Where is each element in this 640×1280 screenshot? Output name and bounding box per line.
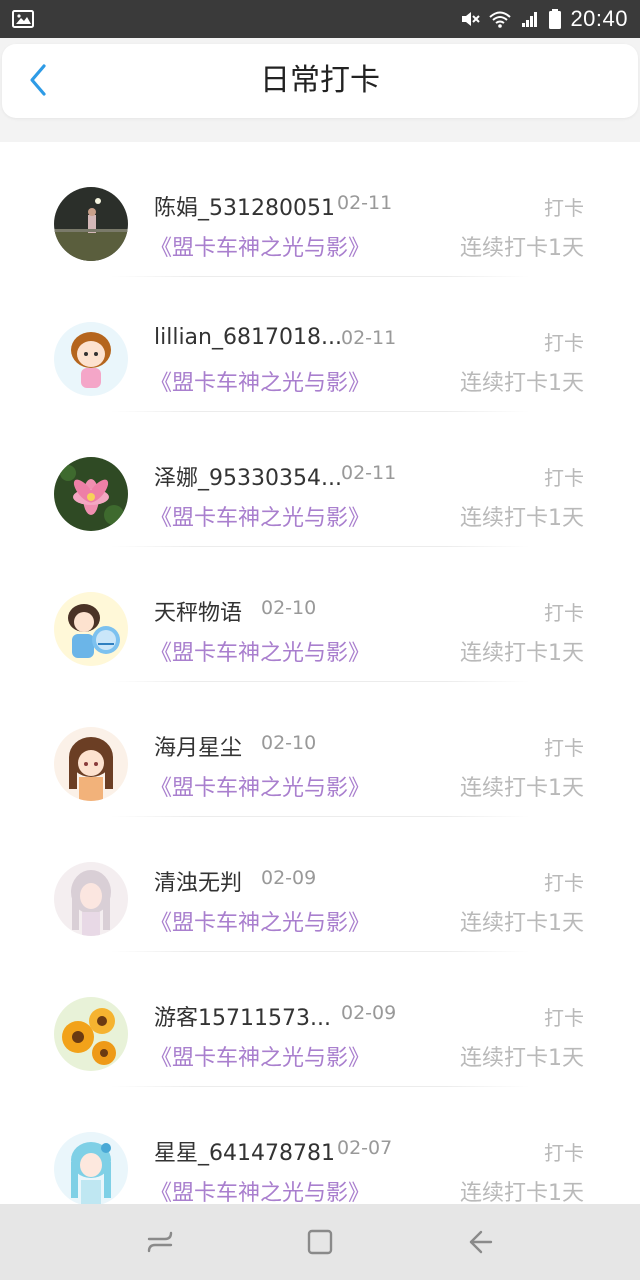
checkin-action-label: 打卡 [544, 736, 584, 760]
user-name: 游客15711573... [154, 1006, 331, 1031]
streak-label: 连续打卡1天 [460, 911, 584, 936]
checkin-row[interactable]: 游客15711573... 02-09 打卡 《盟卡车神之光与影》 连续打卡1天 [0, 952, 640, 1087]
checkin-row[interactable]: 泽娜_95330354... 02-11 打卡 《盟卡车神之光与影》 连续打卡1… [0, 412, 640, 547]
avatar-sunflowers [54, 997, 128, 1071]
mute-icon [462, 12, 481, 26]
book-title[interactable]: 《盟卡车神之光与影》 [150, 770, 370, 802]
checkin-action-label: 打卡 [544, 331, 584, 355]
page-title: 日常打卡 [260, 63, 380, 98]
avatar-photo-night-field [54, 187, 128, 261]
avatar[interactable] [54, 322, 128, 396]
user-name: 天秤物语 [154, 601, 243, 626]
back-icon [469, 1230, 493, 1254]
book-title[interactable]: 《盟卡车神之光与影》 [150, 1175, 370, 1204]
book-title[interactable]: 《盟卡车神之光与影》 [150, 905, 370, 937]
checkin-row[interactable]: 陈娟_531280051 02-11 打卡 《盟卡车神之光与影》 连续打卡1天 [0, 142, 640, 277]
avatar-lotus-flower [54, 457, 128, 531]
system-nav-bar [0, 1204, 640, 1280]
avatar-cartoon-girl [54, 322, 128, 396]
streak-label: 连续打卡1天 [460, 236, 584, 261]
streak-label: 连续打卡1天 [460, 506, 584, 531]
streak-label: 连续打卡1天 [460, 641, 584, 666]
home-button[interactable] [300, 1222, 340, 1262]
streak-label: 连续打卡1天 [460, 371, 584, 396]
user-name: lillian_6817018... [154, 325, 342, 350]
checkin-date: 02-09 [261, 867, 317, 889]
book-title[interactable]: 《盟卡车神之光与影》 [150, 365, 370, 397]
status-time: 20:40 [570, 6, 628, 31]
checkin-date: 02-10 [261, 597, 317, 619]
checkin-action-label: 打卡 [544, 1006, 584, 1030]
book-title[interactable]: 《盟卡车神之光与影》 [150, 1040, 370, 1072]
avatar[interactable] [54, 727, 128, 801]
checkin-date: 02-11 [341, 327, 397, 349]
checkin-date: 02-07 [337, 1137, 393, 1159]
avatar-anime-blue-hair [54, 1132, 128, 1204]
checkin-action-label: 打卡 [544, 196, 584, 220]
recent-apps-button[interactable] [140, 1222, 180, 1262]
checkin-row[interactable]: 星星_641478781 02-07 打卡 《盟卡车神之光与影》 连续打卡1天 [0, 1087, 640, 1204]
avatar[interactable] [54, 997, 128, 1071]
user-name: 泽娜_95330354... [154, 466, 342, 491]
checkin-action-label: 打卡 [544, 601, 584, 625]
streak-label: 连续打卡1天 [460, 776, 584, 801]
avatar[interactable] [54, 592, 128, 666]
checkin-date: 02-11 [337, 192, 393, 214]
avatar[interactable] [54, 862, 128, 936]
checkin-list[interactable]: 陈娟_531280051 02-11 打卡 《盟卡车神之光与影》 连续打卡1天 … [0, 142, 640, 1204]
user-name: 海月星尘 [154, 736, 243, 761]
avatar-libra-anime [54, 592, 128, 666]
wifi-icon [489, 11, 512, 28]
avatar[interactable] [54, 457, 128, 531]
battery-icon [549, 9, 562, 29]
gallery-icon [12, 10, 34, 28]
checkin-row[interactable]: lillian_6817018... 02-11 打卡 《盟卡车神之光与影》 连… [0, 277, 640, 412]
user-name: 星星_641478781 [154, 1141, 335, 1166]
book-title[interactable]: 《盟卡车神之光与影》 [150, 500, 370, 532]
streak-label: 连续打卡1天 [460, 1046, 584, 1071]
checkin-date: 02-10 [261, 732, 317, 754]
header-area: 日常打卡 [0, 38, 640, 142]
checkin-action-label: 打卡 [544, 1141, 584, 1165]
checkin-date: 02-11 [341, 462, 397, 484]
avatar[interactable] [54, 187, 128, 261]
home-icon [307, 1229, 333, 1255]
user-name: 陈娟_531280051 [154, 196, 335, 221]
header: 日常打卡 [2, 44, 638, 118]
status-bar: 20:40 [0, 0, 640, 38]
system-back-button[interactable] [460, 1222, 500, 1262]
book-title[interactable]: 《盟卡车神之光与影》 [150, 635, 370, 667]
checkin-row[interactable]: 天秤物语 02-10 打卡 《盟卡车神之光与影》 连续打卡1天 [0, 547, 640, 682]
user-name: 清浊无判 [154, 871, 243, 896]
streak-label: 连续打卡1天 [460, 1181, 584, 1204]
avatar-anime-silver-hair [54, 862, 128, 936]
checkin-date: 02-09 [341, 1002, 397, 1024]
checkin-action-label: 打卡 [544, 466, 584, 490]
recent-apps-icon [147, 1231, 173, 1253]
checkin-row[interactable]: 清浊无判 02-09 打卡 《盟卡车神之光与影》 连续打卡1天 [0, 817, 640, 952]
signal-icon [522, 12, 538, 27]
avatar-anime-girl-bangs [54, 727, 128, 801]
book-title[interactable]: 《盟卡车神之光与影》 [150, 230, 370, 262]
checkin-action-label: 打卡 [544, 871, 584, 895]
avatar[interactable] [54, 1132, 128, 1204]
checkin-row[interactable]: 海月星尘 02-10 打卡 《盟卡车神之光与影》 连续打卡1天 [0, 682, 640, 817]
